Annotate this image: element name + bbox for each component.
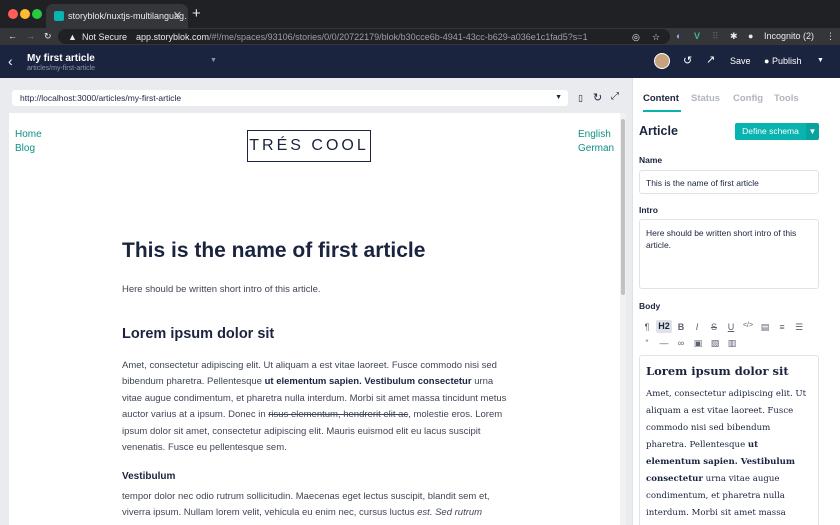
article-heading: Lorem ipsum dolor sit xyxy=(122,326,275,342)
body-label: Body xyxy=(639,301,661,311)
publish-button[interactable]: ● Publish xyxy=(764,56,801,66)
back-icon[interactable]: ← xyxy=(8,28,17,45)
incognito-avatar-icon[interactable]: ● xyxy=(748,28,753,45)
fullscreen-icon[interactable]: ⤢ xyxy=(611,91,619,102)
close-window-dot[interactable] xyxy=(8,9,18,19)
story-slug: articles/my-first-article xyxy=(27,65,96,72)
url-dropdown-icon[interactable]: ▼ xyxy=(555,90,562,106)
ordered-list-icon[interactable]: ☰ xyxy=(792,322,806,333)
link-icon[interactable]: ∞ xyxy=(674,338,688,348)
story-title: My first article xyxy=(27,53,95,64)
new-tab-icon[interactable]: + xyxy=(192,4,201,24)
incognito-eye-icon[interactable]: ◎ xyxy=(632,29,640,46)
tab-tools[interactable]: Tools xyxy=(774,93,799,104)
extensions-puzzle-icon[interactable]: ✱ xyxy=(730,28,738,45)
reload-icon[interactable]: ↻ xyxy=(44,28,52,45)
heading-2-icon[interactable]: H2 xyxy=(656,320,672,333)
browser-url: app.storyblok.com/#!/me/spaces/93106/sto… xyxy=(136,32,588,42)
maximize-window-dot[interactable] xyxy=(32,9,42,19)
define-schema-dropdown-icon[interactable]: ▼ xyxy=(806,123,819,140)
editor-paragraph: Amet, consectetur adipiscing elit. Ut al… xyxy=(646,389,807,518)
component-title: Article xyxy=(639,124,678,138)
tab-title: storyblok/nuxtjs-multilanguag… xyxy=(68,11,188,21)
extension-grid-icon[interactable]: ⠿ xyxy=(712,28,719,45)
history-icon[interactable]: ↺ xyxy=(683,54,692,67)
article-paragraph-2: tempor dolor nec odio rutrum sollicitudi… xyxy=(122,491,490,519)
back-chevron-icon[interactable]: ‹ xyxy=(8,53,13,69)
preview-url-input[interactable]: http://localhost:3000/articles/my-first-… xyxy=(12,90,568,106)
paste-icon[interactable]: ▥ xyxy=(725,338,739,349)
blok-icon[interactable]: ▧ xyxy=(708,338,722,349)
warning-icon: ▲ xyxy=(68,32,77,42)
intro-field[interactable]: Here should be written short intro of th… xyxy=(639,219,819,289)
user-avatar[interactable] xyxy=(654,53,670,69)
save-button[interactable]: Save xyxy=(730,56,751,66)
publish-dropdown-icon[interactable]: ▼ xyxy=(817,57,824,64)
nav-home-link[interactable]: Home xyxy=(15,129,42,140)
italic-icon[interactable]: I xyxy=(690,322,704,332)
name-field[interactable]: This is the name of first article xyxy=(639,170,819,194)
lang-english-link[interactable]: English xyxy=(578,129,611,140)
underline-icon[interactable]: U xyxy=(724,322,738,332)
document-icon[interactable]: ▤ xyxy=(758,322,772,333)
preview-frame xyxy=(9,113,626,525)
storyblok-favicon-icon xyxy=(54,11,64,21)
paragraph-icon[interactable]: ¶ xyxy=(640,322,654,332)
browser-navbar: ← → ↻ ▲ Not Secure app.storyblok.com/#!/… xyxy=(0,28,840,45)
site-logo[interactable]: TRÉS COOL xyxy=(247,130,371,162)
address-bar[interactable]: ▲ Not Secure app.storyblok.com/#!/me/spa… xyxy=(58,29,670,44)
horizontal-rule-icon[interactable]: — xyxy=(657,338,671,348)
refresh-preview-icon[interactable]: ↻ xyxy=(593,91,602,104)
open-external-icon[interactable]: ↗ xyxy=(706,53,715,66)
lang-german-link[interactable]: German xyxy=(578,143,614,154)
active-tab-indicator xyxy=(643,110,681,112)
browser-menu-icon[interactable]: ⋮ xyxy=(826,28,835,45)
preview-scrollbar[interactable] xyxy=(620,113,626,525)
storyblok-header: ‹ My first article articles/my-first-art… xyxy=(0,45,840,78)
image-icon[interactable]: ▣ xyxy=(691,338,705,349)
article-subheading: Vestibulum xyxy=(122,471,176,482)
define-schema-button[interactable]: Define schema xyxy=(735,123,806,140)
tab-content[interactable]: Content xyxy=(643,93,679,104)
extension-icon[interactable]: ◐ xyxy=(676,28,681,45)
article-paragraph: Amet, consectetur adipiscing elit. Ut al… xyxy=(122,360,507,454)
nav-blog-link[interactable]: Blog xyxy=(15,143,35,154)
tab-config[interactable]: Config xyxy=(733,93,763,104)
bookmark-star-icon[interactable]: ☆ xyxy=(652,29,660,46)
name-label: Name xyxy=(639,155,663,165)
bullet-list-icon[interactable]: ≡ xyxy=(775,322,789,332)
browser-tab[interactable]: storyblok/nuxtjs-multilanguag… ✕ xyxy=(46,4,188,28)
strike-icon[interactable]: S xyxy=(707,322,721,332)
security-label: Not Secure xyxy=(82,32,128,42)
code-icon[interactable]: </> xyxy=(741,322,755,329)
quote-icon[interactable]: “ xyxy=(640,338,654,348)
vue-devtools-icon[interactable]: V xyxy=(694,28,700,45)
story-dropdown-icon[interactable]: ▼ xyxy=(210,57,217,64)
browser-tabbar: storyblok/nuxtjs-multilanguag… ✕ + xyxy=(0,0,840,28)
profile-label[interactable]: Incognito (2) xyxy=(764,28,814,45)
close-tab-icon[interactable]: ✕ xyxy=(173,4,182,28)
scroll-thumb[interactable] xyxy=(621,119,625,295)
forward-icon[interactable]: → xyxy=(26,28,35,45)
article-title: This is the name of first article xyxy=(122,239,426,262)
intro-label: Intro xyxy=(639,205,658,215)
mobile-view-icon[interactable]: ▯ xyxy=(578,93,583,104)
bold-icon[interactable]: B xyxy=(674,322,688,332)
minimize-window-dot[interactable] xyxy=(20,9,30,19)
richtext-editor[interactable]: Lorem ipsum dolor sit Amet, consectetur … xyxy=(639,355,819,525)
tab-status[interactable]: Status xyxy=(691,93,720,104)
article-intro: Here should be written short intro of th… xyxy=(122,284,321,295)
editor-heading: Lorem ipsum dolor sit xyxy=(646,364,789,378)
